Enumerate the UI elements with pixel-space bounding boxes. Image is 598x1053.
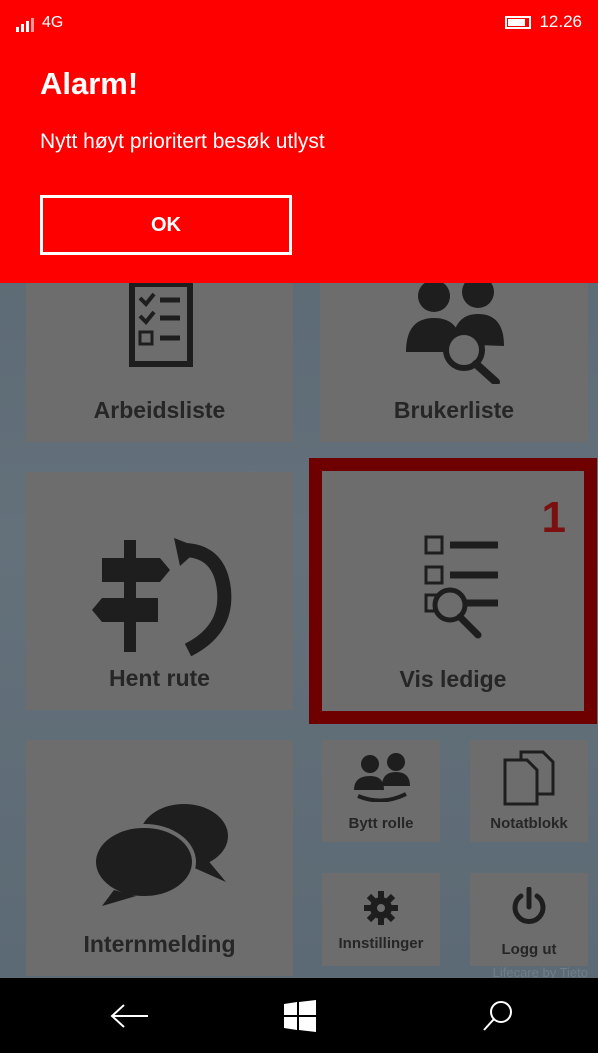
tile-vis-ledige[interactable]: 1 Vis ledige (309, 458, 597, 724)
ok-button[interactable]: OK (40, 195, 292, 255)
tile-notatblokk[interactable]: Notatblokk (470, 740, 588, 842)
clock: 12.26 (539, 12, 582, 31)
back-button[interactable] (70, 978, 190, 1053)
signal-indicator: 4G (16, 14, 63, 32)
tile-label: Arbeidsliste (93, 397, 226, 423)
signpost-icon (92, 538, 232, 657)
search-button[interactable] (438, 978, 558, 1053)
tile-label: Internmelding (83, 931, 236, 957)
tile-label: Brukerliste (393, 397, 515, 423)
swap-users-icon (354, 753, 410, 802)
alarm-title: Alarm! (40, 66, 139, 101)
vis-ledige-badge: 1 (541, 493, 566, 542)
back-arrow-icon (110, 1003, 148, 1028)
list-search-icon (424, 535, 498, 639)
chat-bubbles-icon (92, 804, 228, 906)
tile-brukerliste[interactable]: Brukerliste (320, 268, 588, 442)
tile-label: Logg ut (501, 941, 557, 958)
tile-label: Vis ledige (399, 666, 507, 692)
tile-arbeidsliste[interactable]: Arbeidsliste (26, 268, 293, 442)
signal-bars-icon (16, 18, 34, 32)
network-type: 4G (42, 14, 64, 31)
tile-label: Notatblokk (490, 815, 568, 832)
tile-label: Innstillinger (338, 935, 424, 952)
documents-icon (503, 750, 555, 806)
users-search-icon (406, 276, 504, 384)
tile-label: Hent rute (109, 665, 210, 691)
navigation-bar (0, 978, 598, 1053)
alarm-message: Nytt høyt prioritert besøk utlyst (40, 130, 325, 153)
tile-logg-ut[interactable]: Logg ut (470, 873, 588, 966)
tile-innstillinger[interactable]: Innstillinger (322, 873, 440, 966)
tile-bytt-rolle[interactable]: Bytt rolle (322, 740, 440, 842)
home-button[interactable] (240, 978, 360, 1053)
search-icon (483, 1000, 512, 1031)
battery-icon (505, 15, 532, 29)
gear-icon (364, 891, 398, 925)
checklist-icon (129, 281, 193, 367)
battery-time: 12.26 (505, 12, 582, 32)
tile-hent-rute[interactable]: Hent rute (26, 472, 293, 710)
windows-logo-icon (284, 999, 316, 1032)
power-icon (512, 887, 546, 924)
status-bar: 4G 12.26 (16, 12, 582, 36)
tile-internmelding[interactable]: Internmelding (26, 740, 293, 976)
alarm-dialog: 4G 12.26 Alarm! Nytt høyt prioritert bes… (0, 0, 598, 283)
tile-label: Bytt rolle (348, 815, 414, 832)
